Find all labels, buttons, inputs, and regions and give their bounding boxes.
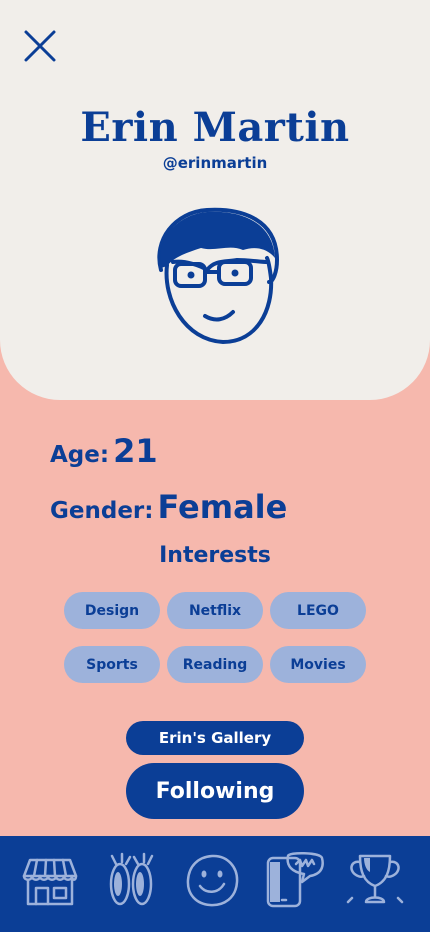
age-value: 21 (113, 432, 158, 470)
trophy-icon[interactable] (344, 850, 404, 910)
age-stat: Age: 21 (50, 432, 158, 470)
profile-handle: @erinmartin (162, 154, 268, 172)
interest-chip-sports[interactable]: Sports (64, 646, 160, 683)
interest-chip-netflix[interactable]: Netflix (167, 592, 263, 629)
interests-list: Design Netflix LEGO Sports Reading Movie… (64, 592, 368, 683)
interests-title: Interests (159, 543, 271, 568)
store-icon[interactable] (20, 850, 80, 910)
gender-stat: Gender: Female (50, 488, 287, 526)
interest-chip-lego[interactable]: LEGO (270, 592, 366, 629)
close-icon[interactable] (22, 28, 58, 64)
profile-name: Erin Martin (80, 104, 350, 151)
following-button[interactable]: Following (126, 763, 304, 819)
age-label: Age: (50, 442, 110, 468)
bottom-tab-bar (0, 836, 430, 932)
bunny-ears-icon[interactable] (100, 850, 160, 910)
interest-chip-design[interactable]: Design (64, 592, 160, 629)
avatar-icon (145, 200, 285, 350)
gender-label: Gender: (50, 498, 154, 524)
interest-chip-movies[interactable]: Movies (270, 646, 366, 683)
smiley-face-icon[interactable] (182, 850, 242, 910)
gallery-button[interactable]: Erin's Gallery (126, 721, 304, 755)
interest-chip-reading[interactable]: Reading (167, 646, 263, 683)
phone-chat-icon[interactable] (264, 850, 324, 910)
gender-value: Female (157, 488, 288, 526)
